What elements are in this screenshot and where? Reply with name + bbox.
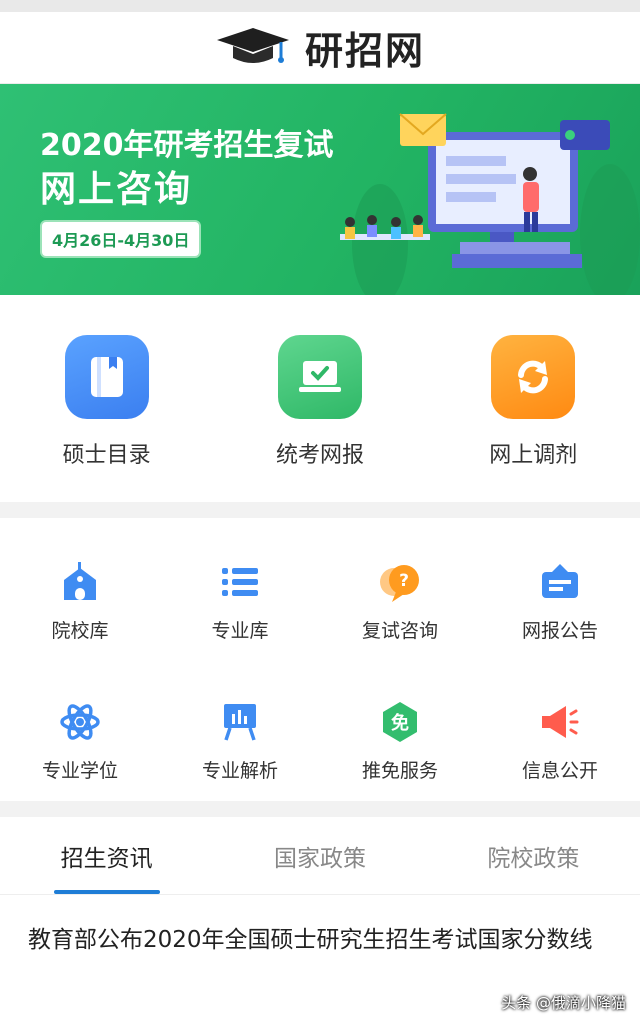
service-label: 信息公开: [521, 760, 598, 782]
banner-illustration: [340, 113, 640, 295]
service-label: 复试咨询: [361, 620, 438, 642]
service-label: 院校库: [51, 620, 109, 642]
svg-text:?: ?: [399, 571, 409, 591]
service-label: 专业解析: [201, 760, 278, 782]
exempt-badge-icon: 免: [376, 698, 424, 746]
banner-title-line1: 2020年研考招生复试: [40, 128, 334, 163]
active-tab-indicator: [54, 890, 160, 894]
services-grid: 院校库 专业库 ? 复试咨询 网报公告 专业学位 专业解析 免 推免服务 信息公…: [0, 518, 640, 801]
service-label: 专业库: [211, 620, 269, 642]
action-label: 网上调剂: [489, 443, 578, 468]
action-label: 统考网报: [275, 443, 364, 468]
tab-school-policy[interactable]: 院校政策: [427, 817, 640, 894]
action-exam-registration[interactable]: 统考网报: [230, 335, 410, 469]
consult-banner[interactable]: 2020年研考招生复试 网上咨询 4月26日-4月30日: [0, 84, 640, 295]
refresh-icon: [491, 335, 576, 419]
book-icon: [64, 335, 149, 419]
service-professional-degree[interactable]: 专业学位: [0, 658, 160, 801]
action-master-catalog[interactable]: 硕士目录: [17, 335, 197, 469]
service-label: 专业学位: [41, 760, 118, 782]
site-title: 研招网: [304, 29, 425, 73]
status-gap: [0, 0, 640, 12]
atom-icon: [56, 698, 104, 746]
app-header: 研招网: [0, 12, 640, 84]
service-label: 网报公告: [521, 620, 598, 642]
service-major-library[interactable]: 专业库: [160, 518, 320, 658]
action-online-adjust[interactable]: 网上调剂: [443, 335, 623, 469]
source-watermark: 头条 @俄滴小降猫: [501, 994, 626, 1012]
list-icon: [216, 558, 264, 606]
news-tabs: 招生资讯 国家政策 院校政策: [0, 817, 640, 895]
chart-board-icon: [216, 698, 264, 746]
banner-title-line2: 网上咨询: [40, 169, 193, 210]
service-school-library[interactable]: 院校库: [0, 518, 160, 658]
service-registration-notice[interactable]: 网报公告: [480, 518, 640, 658]
graduation-cap-icon: [215, 26, 291, 70]
service-info-disclosure[interactable]: 信息公开: [480, 658, 640, 801]
megaphone-icon: [536, 698, 584, 746]
banner-date-badge: 4月26日-4月30日: [40, 220, 202, 258]
service-major-analysis[interactable]: 专业解析: [160, 658, 320, 801]
notice-board-icon: [536, 558, 584, 606]
service-label: 推免服务: [361, 760, 438, 782]
action-label: 硕士目录: [62, 443, 151, 468]
tab-national-policy[interactable]: 国家政策: [213, 817, 426, 894]
service-exemption[interactable]: 免 推免服务: [320, 658, 480, 801]
question-bubble-icon: ?: [376, 558, 424, 606]
news-item-title[interactable]: 教育部公布2020年全国硕士研究生招生考试国家分数线: [28, 919, 612, 961]
primary-actions: 硕士目录 统考网报 网上调剂: [0, 295, 640, 502]
laptop-check-icon: [277, 335, 362, 419]
service-retest-consult[interactable]: ? 复试咨询: [320, 518, 480, 658]
svg-text:免: 免: [391, 712, 409, 734]
tab-admission-news[interactable]: 招生资讯: [0, 817, 213, 894]
school-icon: [56, 558, 104, 606]
